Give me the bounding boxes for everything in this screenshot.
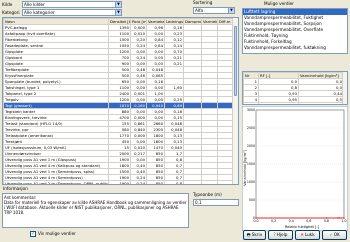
material-table[interactable]: NavnDensitet [kg/m³]Poro [m³/m³]Varmekap… — [2, 17, 239, 185]
table-row[interactable]: Utvendig puss A1 ved 2 m (Sementpuss, OP… — [3, 180, 234, 185]
chart-ytick-label: 1500 — [247, 162, 255, 166]
close-icon: ✕ — [300, 232, 304, 237]
chevron-down-icon[interactable]: ▼ — [115, 10, 121, 15]
close-label: Lukk — [304, 232, 315, 237]
kilde-dropdown[interactable]: Alle kilder ▼ — [22, 1, 122, 8]
chart-xlabel: Relativ fuktighet [-] — [285, 225, 320, 229]
kategori-label: Kategori — [2, 10, 20, 15]
print-label: Skriv — [251, 232, 263, 237]
value-cell — [183, 180, 202, 184]
help-button[interactable]: ?Hjelp — [268, 230, 293, 240]
chart-xtick-label: 0,4 — [289, 219, 294, 223]
material-name-cell: Utvendig puss A1 ved 4 m (Kalkpuss og st… — [3, 162, 109, 169]
column-header[interactable]: Ledningsev [W/mK] — [164, 18, 184, 25]
mulige-verdier-heading: Mulige verdier — [264, 1, 294, 6]
values-column-header: Vanninnhold [kg/m³] — [298, 72, 344, 79]
ok-label: OK — [333, 232, 340, 237]
value-cell: 1900 — [108, 180, 131, 184]
material-name-cell: Utvendig puss A1 ved 2 m (Sementpuss, OP… — [3, 180, 109, 185]
mulige-verdier-item[interactable]: Vanndamprespermeabilitet, fuktøkning — [243, 45, 347, 51]
kategori-value: Alle kategorier — [24, 10, 55, 15]
vis-mulige-label: Vis mulige verdier — [38, 231, 76, 236]
values-cell[interactable]: 1,0 — [258, 102, 299, 104]
help-icon: ? — [273, 232, 276, 237]
column-header[interactable]: Varmekap [J/kgK] — [146, 18, 165, 25]
chart-xtick-label: 1,0 — [341, 219, 346, 223]
table-scrollbar[interactable] — [232, 18, 238, 184]
printer-icon: 🖶 — [246, 232, 251, 237]
column-header[interactable]: Poro [m³/m³] — [130, 18, 147, 25]
sortering-label: Sortering — [193, 0, 213, 5]
scrollbar-thumb[interactable] — [234, 26, 237, 96]
moisture-chart: 050010001500200025003000 0,0 0,2 0,4 0,6 0,8… — [242, 106, 348, 231]
sortering-value: Alfa — [195, 8, 204, 13]
chart-ytick-label: 3000 — [247, 108, 255, 112]
help-label: Hjelp — [276, 232, 288, 237]
sortering-dropdown[interactable]: Alfa ▼ — [193, 7, 235, 14]
chart-xtick-label: 0,8 — [324, 219, 329, 223]
chart-ytick-label: 2000 — [247, 144, 255, 148]
chart-xtick-label: 0,0 — [253, 219, 258, 223]
value-cell: 0,24 — [130, 180, 147, 184]
material-name-cell: Utvendig puss A1 ved 1 m (Sementpuss, sp… — [3, 168, 109, 175]
info-heading: Informasjon — [3, 186, 28, 191]
print-button[interactable]: 🖶Skriv — [243, 230, 266, 240]
mulige-verdier-list[interactable]: Lufttett lagring Vanndamprespermeabilitet… — [242, 8, 348, 54]
ok-button[interactable]: ✓OK — [322, 230, 347, 240]
value-cell — [201, 180, 218, 184]
kilde-value: Alle kilder — [24, 2, 45, 7]
info-textbox[interactable]: Ant kommentar: Data for materiell fra eg… — [2, 193, 189, 228]
chevron-down-icon[interactable]: ▼ — [115, 2, 121, 7]
kategori-dropdown[interactable]: Alle kategorier ▼ — [22, 9, 122, 16]
chart-ytick-label: 500 — [249, 198, 255, 202]
value-cell: 850 — [146, 180, 165, 184]
values-scrollbar[interactable] — [342, 72, 347, 104]
column-header[interactable]: Densitet [kg/m³] — [108, 18, 131, 25]
kilde-label: Kilde — [2, 2, 13, 7]
tykkelse-label: Typeanbe (m) — [193, 192, 222, 197]
check-icon: ✓ — [329, 232, 333, 237]
chevron-down-icon[interactable]: ▼ — [228, 8, 234, 13]
chart-ytick-label: 2500 — [247, 126, 255, 130]
chart-ylabel: Vanninnhold [kg/m³] — [243, 149, 247, 185]
close-button[interactable]: ✕Lukk — [295, 230, 320, 240]
chart-ytick-label: 1000 — [247, 180, 255, 184]
vis-mulige-checkbox[interactable]: ✓ — [30, 231, 36, 237]
values-cell[interactable]: 1,13 — [298, 102, 344, 104]
column-header[interactable]: Dampmotstand [-] — [183, 18, 202, 25]
column-header[interactable]: Varmekap — [201, 18, 218, 25]
value-cell: 0,8 — [164, 180, 184, 184]
values-row[interactable]: 51,01,13 — [243, 102, 344, 104]
tykkelse-input[interactable]: 0,1 — [193, 199, 239, 206]
values-table[interactable]: Nr RF [-] Vanninnhold [kg/m³] 1 0,0 0,0 2 0,8 0… — [242, 71, 348, 105]
chart-xtick-label: 0,6 — [306, 219, 311, 223]
values-cell[interactable]: 5 — [243, 102, 259, 104]
chart-xtick-label: 0,2 — [271, 219, 276, 223]
